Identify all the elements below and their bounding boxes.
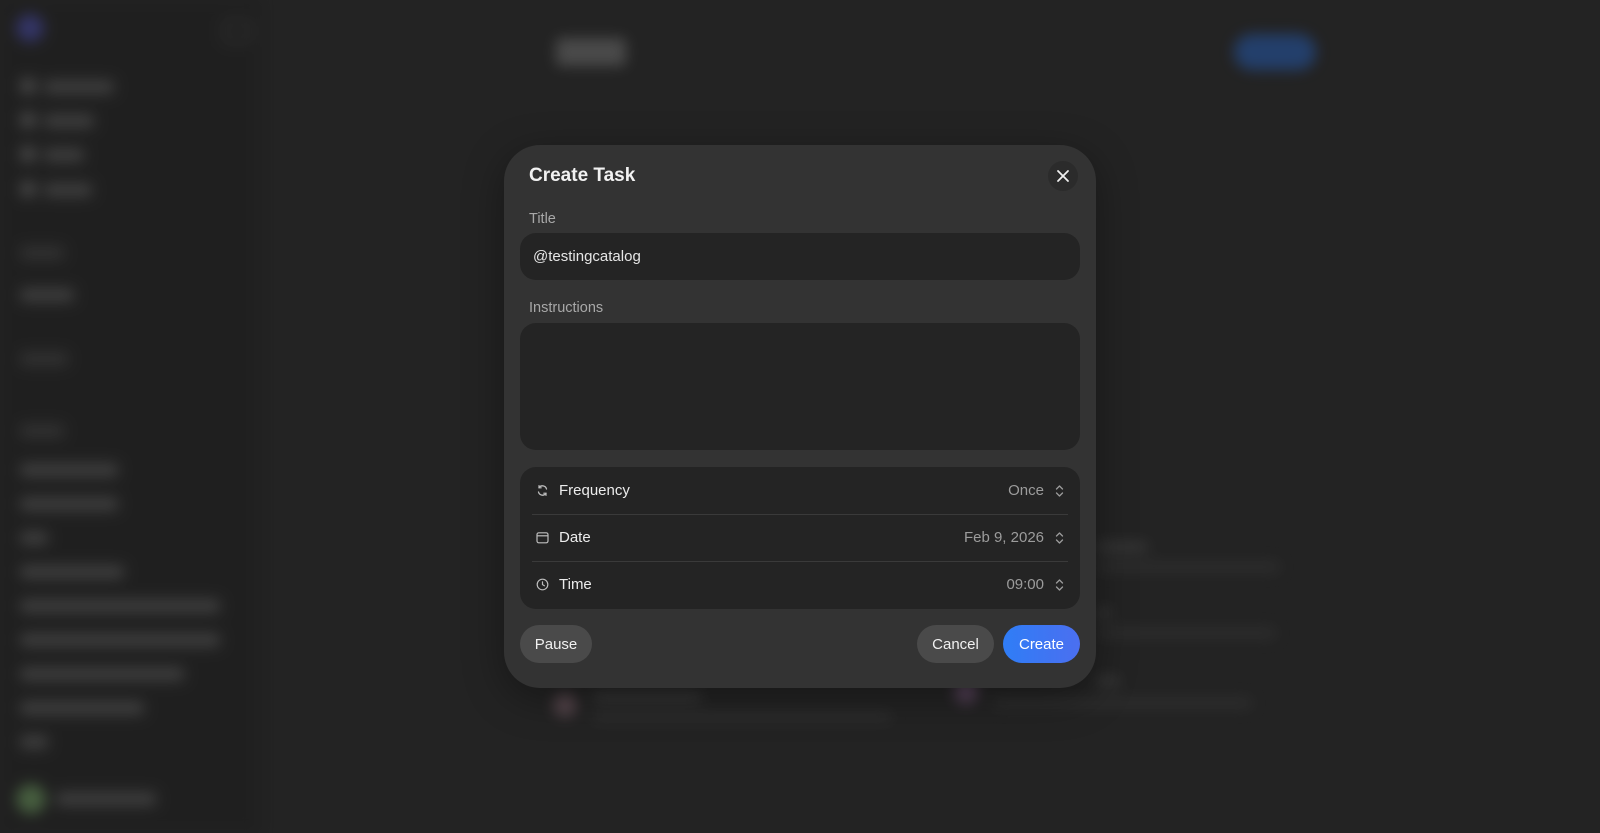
frequency-row[interactable]: Frequency Once — [532, 467, 1068, 515]
pause-button[interactable]: Pause — [520, 625, 592, 663]
schedule-settings: Frequency Once Date Feb 9, 2026 Time 09:… — [520, 467, 1080, 609]
instructions-field-label: Instructions — [529, 300, 604, 316]
date-label: Date — [559, 529, 591, 546]
calendar-icon — [535, 531, 549, 545]
chevron-up-down-icon — [1054, 577, 1064, 593]
close-button[interactable] — [1048, 161, 1078, 191]
repeat-icon — [535, 484, 549, 498]
title-field-label: Title — [529, 211, 556, 227]
title-input[interactable] — [520, 233, 1080, 280]
chevron-up-down-icon — [1054, 530, 1064, 546]
close-icon — [1057, 170, 1069, 182]
time-label: Time — [559, 576, 592, 593]
date-value: Feb 9, 2026 — [963, 529, 1044, 546]
time-value: 09:00 — [1006, 576, 1044, 593]
create-button[interactable]: Create — [1003, 625, 1080, 663]
time-row[interactable]: Time 09:00 — [532, 561, 1068, 608]
create-task-dialog: Create Task Title Instructions Fr — [504, 145, 1096, 688]
instructions-textarea[interactable] — [520, 323, 1080, 450]
frequency-value: Once — [1008, 482, 1044, 499]
frequency-label: Frequency — [559, 482, 630, 499]
date-row[interactable]: Date Feb 9, 2026 — [532, 514, 1068, 562]
cancel-button[interactable]: Cancel — [917, 625, 994, 663]
chevron-up-down-icon — [1054, 483, 1064, 499]
app-window: Create Task Title Instructions Fr — [0, 0, 1600, 833]
dialog-title: Create Task — [529, 165, 636, 186]
clock-icon — [535, 578, 549, 592]
